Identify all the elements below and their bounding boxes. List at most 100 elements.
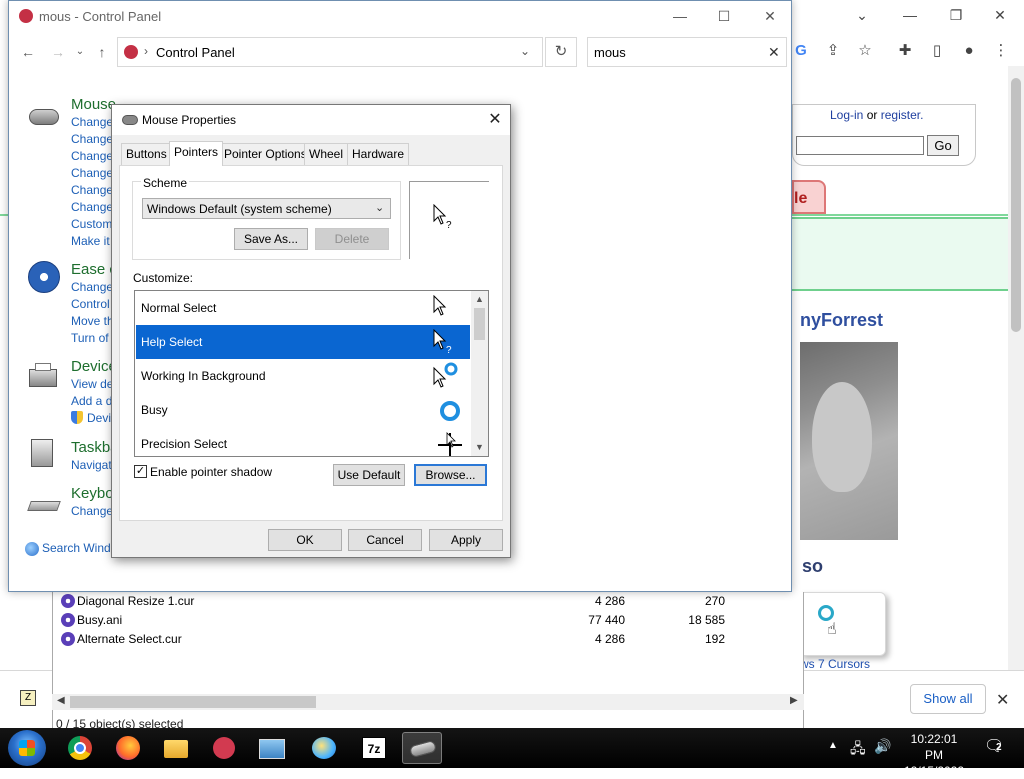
tab-pointer-options[interactable]: Pointer Options xyxy=(219,143,312,165)
forward-arrow-icon[interactable]: → xyxy=(47,41,69,63)
archive-hscroll-thumb[interactable] xyxy=(70,696,316,708)
paint-taskbar-icon[interactable] xyxy=(304,732,344,764)
keyboard-icon[interactable] xyxy=(27,491,61,525)
address-bar[interactable]: › Control Panel ⌄ xyxy=(117,37,543,67)
profile-icon[interactable]: ● xyxy=(958,40,980,62)
clear-search-icon[interactable]: ✕ xyxy=(768,44,780,61)
refresh-icon[interactable]: ↻ xyxy=(545,37,577,67)
chevron-down-icon[interactable]: ⌄ xyxy=(520,44,530,58)
category-mouse[interactable]: Mouse xyxy=(71,96,116,113)
list-item-selected[interactable]: Help Select ? xyxy=(136,325,470,359)
apply-button[interactable]: Apply xyxy=(429,529,503,551)
control-panel-taskbar-icon[interactable] xyxy=(204,732,244,764)
download-file-icon[interactable]: Z xyxy=(20,690,36,706)
recent-chevron-icon[interactable]: ⌄ xyxy=(69,41,91,63)
save-as-button[interactable]: Save As... xyxy=(234,228,308,250)
cursor-preview-card[interactable]: ☝ xyxy=(800,592,886,656)
chevron-right-icon[interactable]: › xyxy=(144,44,148,58)
menu-icon[interactable]: ⋮ xyxy=(990,40,1012,62)
close-icon[interactable]: ✕ xyxy=(484,109,506,131)
scheme-select[interactable]: Windows Default (system scheme) ⌄ xyxy=(142,198,391,219)
restore-icon[interactable]: ❐ xyxy=(934,4,978,26)
page-scroll-thumb[interactable] xyxy=(1011,78,1021,332)
register-link[interactable]: register. xyxy=(881,108,924,122)
minimize-icon[interactable]: — xyxy=(657,5,703,27)
author-name[interactable]: nyForrest xyxy=(800,310,883,331)
use-default-button[interactable]: Use Default xyxy=(333,464,405,486)
login-input[interactable] xyxy=(796,136,924,155)
breadcrumb[interactable]: Control Panel xyxy=(156,45,235,60)
puzzle-icon[interactable]: ✚ xyxy=(894,40,916,62)
cursors-caption[interactable]: ws 7 Cursors xyxy=(800,657,870,671)
search-input[interactable]: mous ✕ xyxy=(587,37,787,67)
delete-button[interactable]: Delete xyxy=(315,228,389,250)
search-windows-link[interactable]: Search Windo xyxy=(42,541,117,555)
tray-overflow-icon[interactable]: ▲ xyxy=(828,740,838,751)
show-all-button[interactable]: Show all xyxy=(910,684,986,714)
image-viewer-taskbar-icon[interactable] xyxy=(252,732,292,764)
scroll-up-icon[interactable]: ▲ xyxy=(475,294,484,304)
category-devices[interactable]: Device xyxy=(71,358,117,375)
pointer-shadow-label[interactable]: Enable pointer shadow xyxy=(150,465,272,479)
share-icon[interactable]: ⇪ xyxy=(822,40,844,62)
pointer-list[interactable]: Normal Select Help Select ? Working In B… xyxy=(134,290,489,457)
star-icon[interactable]: ☆ xyxy=(854,40,876,62)
go-button[interactable]: Go xyxy=(927,135,959,156)
mouse-icon[interactable] xyxy=(27,103,61,137)
keyboard-link[interactable]: Change xyxy=(71,504,113,518)
tab-pointers[interactable]: Pointers xyxy=(169,141,224,166)
back-arrow-icon[interactable]: ← xyxy=(17,41,39,63)
table-row[interactable]: Diagonal Resize 1.cur 4 286 270 xyxy=(53,592,793,611)
minimize-icon[interactable]: — xyxy=(888,4,932,26)
ease-link[interactable]: Change xyxy=(71,280,113,294)
devices-link[interactable]: View de xyxy=(71,377,113,391)
chrome-taskbar-icon[interactable] xyxy=(60,732,100,764)
tab-buttons[interactable]: Buttons xyxy=(121,143,172,165)
ease-link[interactable]: Turn of xyxy=(71,331,109,345)
category-keyboard[interactable]: Keybo xyxy=(71,485,114,502)
devices-link[interactable]: Add a d xyxy=(71,394,112,408)
mouse-link[interactable]: Custom xyxy=(71,217,112,231)
dialog-titlebar[interactable]: Mouse Properties ✕ xyxy=(112,105,510,135)
pointer-list-scrollbar[interactable]: ▲ ▼ xyxy=(471,291,488,456)
taskbar-link[interactable]: Navigat xyxy=(71,458,112,472)
ease-link[interactable]: Move th xyxy=(71,314,114,328)
notification-center[interactable]: 🗨 2 xyxy=(984,736,1006,756)
mouse-link[interactable]: Change xyxy=(71,132,113,146)
firefox-taskbar-icon[interactable] xyxy=(108,732,148,764)
site-tab[interactable]: le xyxy=(792,180,826,214)
table-row[interactable]: Busy.ani 77 440 18 585 xyxy=(53,611,793,630)
chevron-down-icon[interactable]: ⌄ xyxy=(840,4,884,26)
ok-button[interactable]: OK xyxy=(268,529,342,551)
start-button[interactable] xyxy=(8,730,46,766)
scroll-left-icon[interactable]: ◀ xyxy=(57,695,65,706)
browse-button[interactable]: Browse... xyxy=(414,464,487,486)
devices-printers-icon[interactable] xyxy=(27,361,61,395)
mouse-link[interactable]: Change xyxy=(71,149,113,163)
cancel-button[interactable]: Cancel xyxy=(348,529,422,551)
explorer-taskbar-icon[interactable] xyxy=(156,732,196,764)
mouse-link[interactable]: Change xyxy=(71,183,113,197)
ease-of-access-icon[interactable] xyxy=(27,261,61,295)
taskbar-navigation-icon[interactable] xyxy=(27,437,61,471)
mouse-link[interactable]: Change xyxy=(71,166,113,180)
list-item[interactable]: Busy xyxy=(136,393,470,427)
list-item[interactable]: Normal Select xyxy=(136,291,470,325)
google-icon[interactable]: G xyxy=(790,40,812,62)
list-item[interactable]: Working In Background xyxy=(136,359,470,393)
up-arrow-icon[interactable]: ↑ xyxy=(91,41,113,63)
volume-icon[interactable]: 🔊 xyxy=(874,738,891,755)
scroll-right-icon[interactable]: ▶ xyxy=(790,695,798,706)
tab-wheel[interactable]: Wheel xyxy=(304,143,349,165)
mouse-link[interactable]: Change xyxy=(71,115,113,129)
tab-hardware[interactable]: Hardware xyxy=(347,143,410,165)
list-item[interactable]: Precision Select xyxy=(136,427,470,456)
close-icon[interactable]: ✕ xyxy=(978,4,1022,26)
login-link[interactable]: Log-in xyxy=(830,108,863,122)
page-scrollbar[interactable] xyxy=(1008,66,1024,670)
close-icon[interactable]: ✕ xyxy=(996,690,1009,710)
mouse-properties-taskbar-icon[interactable] xyxy=(402,732,442,764)
7zip-taskbar-icon[interactable]: 7z xyxy=(354,732,394,764)
sidepanel-icon[interactable]: ▯ xyxy=(926,40,948,62)
close-icon[interactable]: ✕ xyxy=(747,5,793,27)
